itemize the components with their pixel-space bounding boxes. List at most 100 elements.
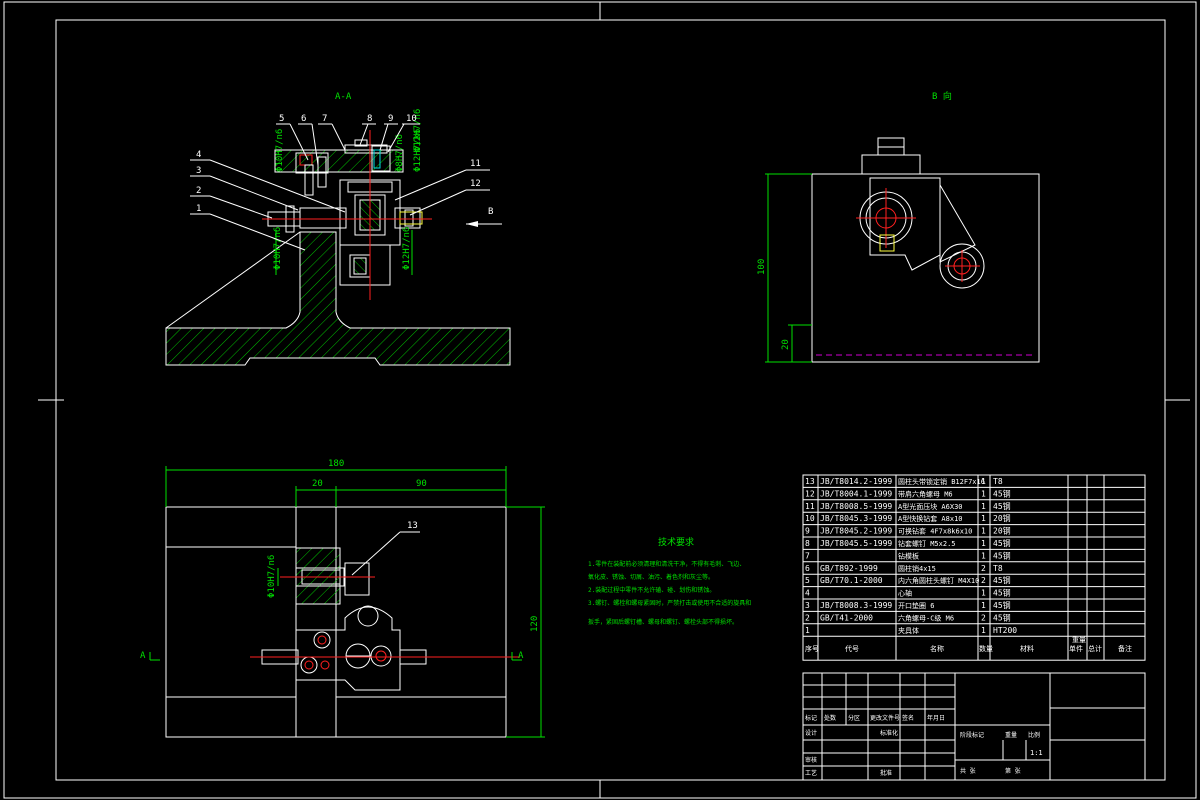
tb-checker: 审核 <box>805 756 817 764</box>
engineering-drawing: A-A B Φ10H7/n6 Φ8H7/n6 Φ12H7/n6 Φ12H7/k6… <box>3 1 1197 799</box>
bom-cell-mat: T8 <box>993 564 1003 573</box>
fit-label: Φ10H7/n6 <box>267 555 277 598</box>
bom-cell-qty: 2 <box>981 613 986 622</box>
tb-process: 工艺 <box>805 769 817 777</box>
callout: 1 <box>196 204 201 214</box>
bom-cell-qty: 1 <box>981 502 986 511</box>
bill-of-materials: 13 JB/T8014.2-1999 圆柱头带锁定销 B12F7x161 T812 JB… <box>802 474 1146 661</box>
tb-scale: 比例 <box>1028 731 1040 739</box>
bom-cell-name: 钻模板 <box>898 551 919 560</box>
bom-header-cell: 数量 <box>979 644 993 653</box>
section-view-a-a: A-A B Φ10H7/n6 Φ8H7/n6 Φ12H7/n6 Φ12H7/k6… <box>165 92 511 366</box>
tech-req-item: 氧化皮、锈蚀、切屑、油污、着色剂和灰尘等。 <box>588 573 714 581</box>
tb-standard: 标准化 <box>880 729 898 737</box>
tb-zone: 分区 <box>848 714 860 722</box>
tech-req-item: 1.零件在装配前必须清理和清洗干净，不得有毛刺、飞边、 <box>588 560 745 568</box>
callout: 9 <box>388 114 393 124</box>
tb-stage: 阶段标记 <box>960 731 984 739</box>
fit-label: Φ12H7/n6 <box>402 227 412 270</box>
bom-cell-qty: 1 <box>981 601 986 610</box>
dim-offset-right: 90 <box>416 479 427 489</box>
bom-cell-mat: 20钢 <box>993 526 1011 536</box>
bom-cell-mat: HT200 <box>993 626 1017 635</box>
bom-cell-no: 11 <box>805 502 815 511</box>
tb-count: 处数 <box>824 714 836 722</box>
section-mark-left: A <box>140 651 146 661</box>
bom-cell-mat: 45钢 <box>993 488 1011 498</box>
callout: 4 <box>196 150 201 160</box>
tb-sheet-no: 第 张 <box>1005 767 1021 775</box>
bom-cell-no: 8 <box>805 539 810 548</box>
bom-cell-mat: 45钢 <box>993 538 1011 548</box>
dim-b-view-base: 20 <box>781 339 791 350</box>
bom-cell-qty: 2 <box>981 576 986 585</box>
bom-cell-no: 2 <box>805 613 810 622</box>
b-direction-view: B 向 100 20 <box>757 90 1040 363</box>
bom-cell-mat: 20钢 <box>993 513 1011 523</box>
bom-cell-mat: T8 <box>993 477 1003 486</box>
callout: 3 <box>196 166 201 176</box>
bom-cell-name: 开口垫圈 6 <box>898 601 934 610</box>
tb-date: 年月日 <box>927 714 945 722</box>
b-view-title: B 向 <box>932 90 952 102</box>
bom-cell-code: JB/T8008.3-1999 <box>820 601 892 610</box>
bom-cell-name: 内六角圆柱头螺钉 M4X10 <box>898 576 979 585</box>
bom-header-cell: 备注 <box>1118 644 1132 653</box>
bom-cell-no: 13 <box>805 477 815 486</box>
tb-scale-value: 1:1 <box>1030 749 1043 757</box>
bom-cell-no: 3 <box>805 601 810 610</box>
bom-cell-code: JB/T8008.5-1999 <box>820 502 892 511</box>
tb-sheet-total: 共 张 <box>960 767 976 775</box>
bom-cell-qty: 1 <box>981 489 986 498</box>
fit-label: Φ10H7/n6 <box>273 227 283 270</box>
bom-cell-qty: 1 <box>981 626 986 635</box>
bom-cell-code: JB/T8045.3-1999 <box>820 514 892 523</box>
tech-req-item: 扳手，紧固后螺钉槽、螺母和螺钉、螺栓头部不得损坏。 <box>588 618 738 626</box>
bom-cell-no: 4 <box>805 589 810 598</box>
dim-b-view-height: 100 <box>757 259 767 275</box>
fit-label: Φ8H7/n6 <box>395 134 405 172</box>
bom-cell-code: JB/T8004.1-1999 <box>820 489 892 498</box>
section-title: A-A <box>335 92 352 102</box>
tb-designer: 设计 <box>805 729 817 737</box>
bom-header-cell: 单件 <box>1069 644 1083 653</box>
tech-req-item: 3.螺钉、螺栓和螺母紧固时，严禁打击或使用不合适的旋具和 <box>588 599 751 607</box>
bom-cell-mat: 45钢 <box>993 550 1011 560</box>
fit-label: Φ12H7/k6 <box>413 129 423 172</box>
bom-cell-qty: 1 <box>981 514 986 523</box>
bom-cell-name: 钻套螺钉 M5x2.5 <box>898 539 956 548</box>
tb-change-doc: 更改文件号 <box>870 714 900 722</box>
callout: 8 <box>367 114 372 124</box>
bom-cell-no: 5 <box>805 576 810 585</box>
bom-cell-name: 带肩六角螺母 M6 <box>898 489 953 498</box>
bom-header-cell: 名称 <box>930 644 944 653</box>
bom-cell-mat: 45钢 <box>993 600 1011 610</box>
bom-cell-name: 心轴 <box>898 589 912 598</box>
fit-label: Φ10H7/n6 <box>275 129 285 172</box>
bom-cell-no: 6 <box>805 564 810 573</box>
tech-requirements: 技术要求 1.零件在装配前必须清理和清洗干净，不得有毛刺、飞边、 氧化皮、锈蚀、… <box>588 536 751 626</box>
bom-header-cell: 材料 <box>1020 644 1034 653</box>
bom-cell-qty: 1 <box>981 551 986 560</box>
bom-header-cell: 代号 <box>845 644 859 653</box>
dim-offset-left: 20 <box>312 479 323 489</box>
dim-height-right: 120 <box>530 616 540 632</box>
tech-req-item: 2.装配过程中零件不允许磕、碰、划伤和锈蚀。 <box>588 586 715 594</box>
bom-cell-qty: 1 <box>981 539 986 548</box>
bom-cell-no: 9 <box>805 527 810 536</box>
tech-req-title: 技术要求 <box>658 536 694 548</box>
b-arrow-label: B <box>488 207 493 217</box>
callout: 12 <box>470 179 481 189</box>
callout: 6 <box>301 114 306 124</box>
callout: 10 <box>406 114 417 124</box>
callout: 5 <box>279 114 284 124</box>
bom-cell-code: GB/T41-2000 <box>820 613 873 622</box>
bom-cell-qty: 2 <box>981 564 986 573</box>
bom-cell-name: 夹具体 <box>898 626 919 635</box>
bom-cell-no: 10 <box>805 514 815 523</box>
bom-cell-name: 六角螺母-C级 M6 <box>898 613 954 622</box>
tb-weight: 重量 <box>1005 731 1017 739</box>
bom-cell-no: 7 <box>805 551 810 560</box>
callout: 2 <box>196 186 201 196</box>
bom-cell-name: 圆柱头带锁定销 B12F7x16 <box>898 477 985 486</box>
